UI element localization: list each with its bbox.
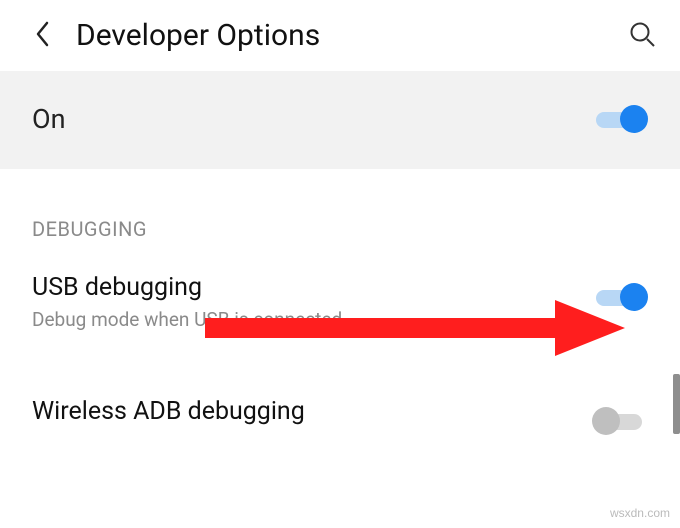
toggle-thumb <box>592 407 620 435</box>
usb-debugging-toggle[interactable] <box>592 283 648 311</box>
search-icon[interactable] <box>628 20 656 52</box>
master-toggle-label: On <box>32 103 66 135</box>
debugging-section-header: DEBUGGING <box>0 169 680 255</box>
toggle-thumb <box>620 283 648 311</box>
page-title: Developer Options <box>76 18 628 53</box>
wireless-adb-text: Wireless ADB debugging <box>32 397 592 426</box>
master-toggle[interactable] <box>592 105 648 133</box>
usb-debugging-text: USB debugging Debug mode when USB is con… <box>32 273 592 331</box>
scrollbar[interactable] <box>673 374 680 434</box>
usb-debugging-title: USB debugging <box>32 273 592 302</box>
back-icon[interactable] <box>34 20 52 52</box>
usb-debugging-toggle-wrap <box>592 273 648 311</box>
wireless-adb-title: Wireless ADB debugging <box>32 397 592 426</box>
usb-debugging-row[interactable]: USB debugging Debug mode when USB is con… <box>0 255 680 351</box>
toggle-thumb <box>620 105 648 133</box>
wireless-adb-toggle[interactable] <box>592 407 648 435</box>
usb-debugging-subtitle: Debug mode when USB is connected <box>32 308 592 331</box>
wireless-adb-row[interactable]: Wireless ADB debugging <box>0 351 680 455</box>
wireless-adb-toggle-wrap <box>592 397 648 435</box>
master-toggle-row: On <box>0 71 680 169</box>
watermark: wsxdn.com <box>610 506 670 520</box>
app-header: Developer Options <box>0 0 680 71</box>
